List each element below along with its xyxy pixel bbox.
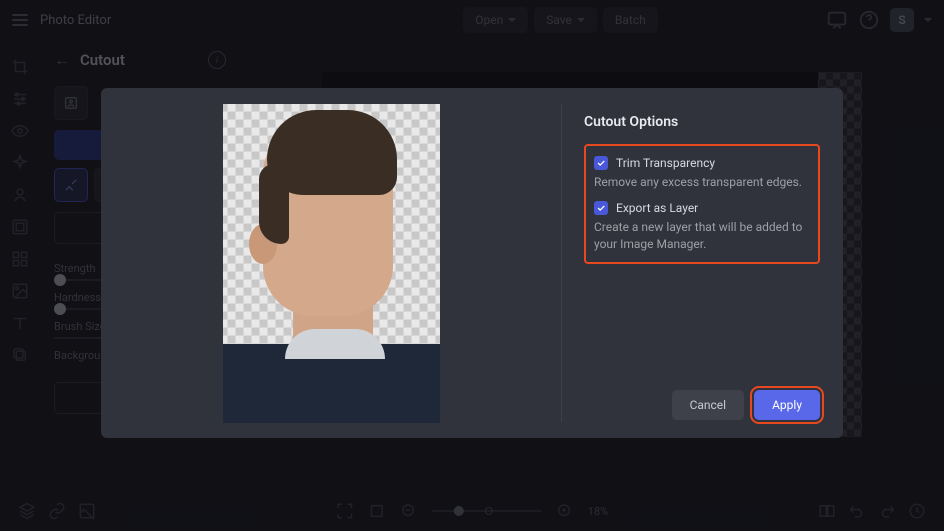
trim-transparency-label: Trim Transparency [616, 156, 715, 170]
export-as-layer-desc: Create a new layer that will be added to… [594, 219, 810, 253]
dialog-cancel-button[interactable]: Cancel [672, 390, 745, 420]
dialog-title: Cutout Options [584, 114, 820, 130]
export-as-layer-checkbox[interactable] [594, 201, 608, 215]
export-as-layer-label: Export as Layer [616, 201, 698, 215]
trim-transparency-checkbox[interactable] [594, 156, 608, 170]
cutout-options-dialog: Cutout Options Trim Transparency Remove … [101, 88, 843, 438]
modal-overlay: Cutout Options Trim Transparency Remove … [0, 0, 944, 531]
options-highlight-box: Trim Transparency Remove any excess tran… [584, 144, 820, 264]
cutout-preview [223, 104, 440, 423]
dialog-apply-button[interactable]: Apply [754, 390, 820, 420]
trim-transparency-desc: Remove any excess transparent edges. [594, 174, 810, 191]
